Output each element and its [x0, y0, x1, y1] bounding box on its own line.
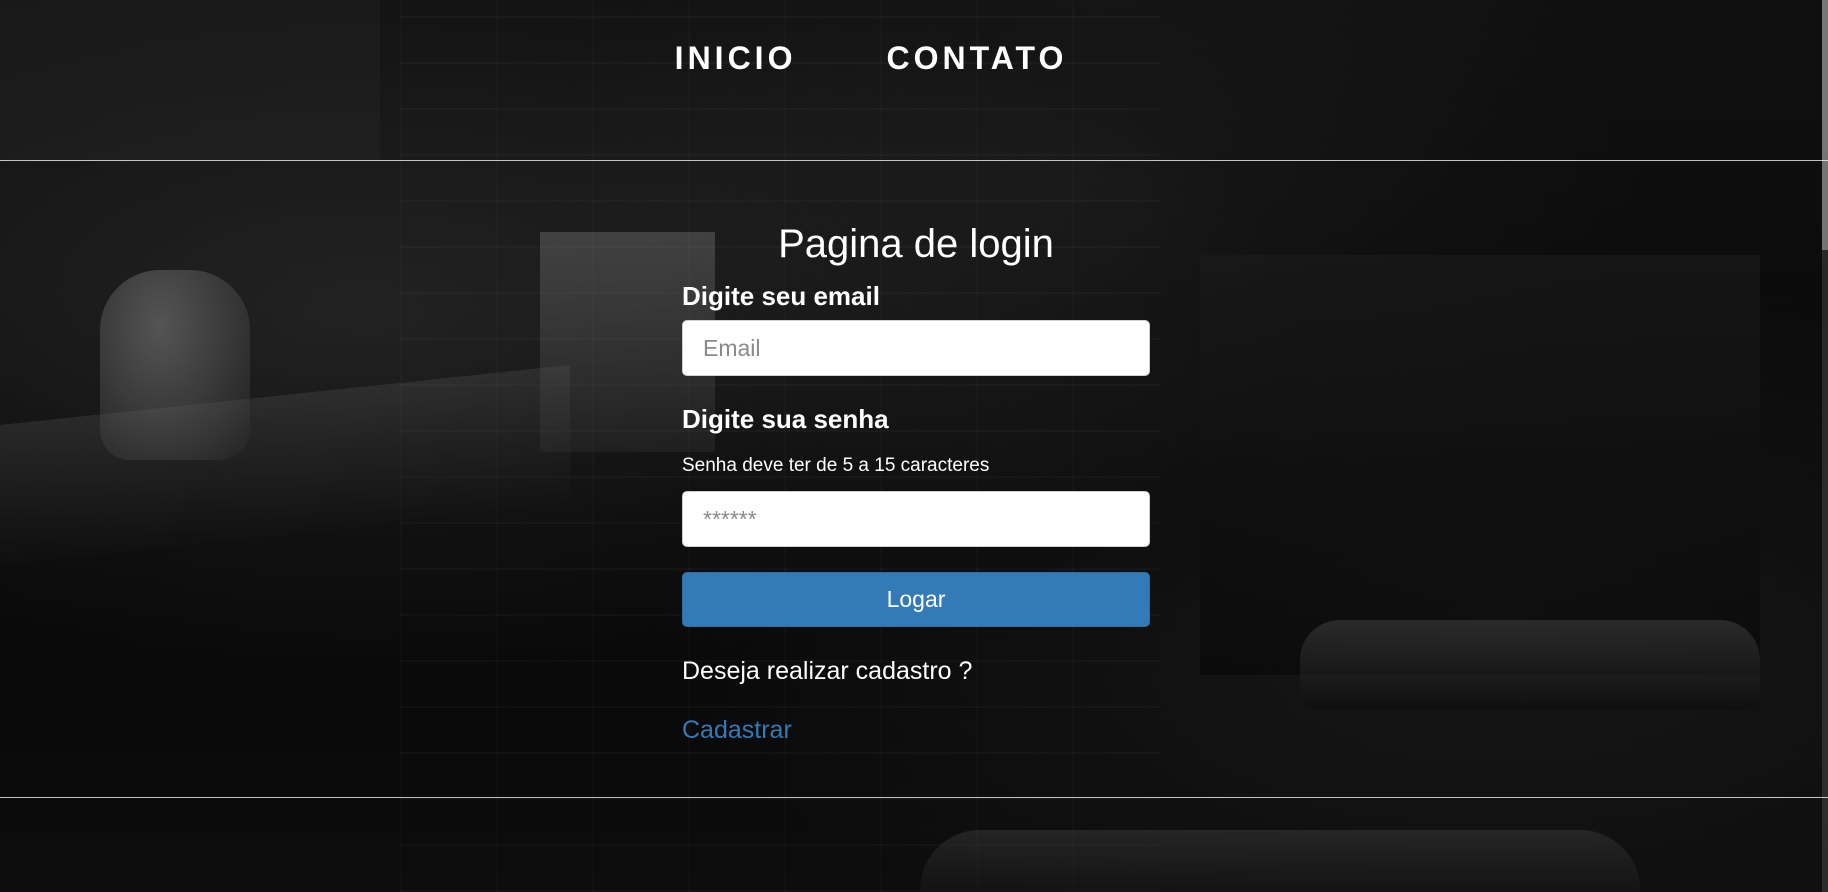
email-label: Digite seu email — [682, 281, 880, 311]
password-input[interactable] — [682, 491, 1150, 547]
page-title: Pagina de login — [778, 222, 1054, 266]
email-input[interactable] — [682, 320, 1150, 376]
signup-prompt: Deseja realizar cadastro ? — [682, 657, 973, 685]
password-hint: Senha deve ter de 5 a 15 caracteres — [682, 455, 990, 476]
login-button[interactable]: Logar — [682, 572, 1150, 627]
nav-link-contato[interactable]: CONTATO — [886, 40, 1067, 77]
nav-link-inicio[interactable]: INICIO — [675, 40, 797, 77]
divider-top — [0, 160, 1828, 161]
page-scrollbar[interactable] — [1822, 0, 1828, 892]
scrollbar-thumb[interactable] — [1822, 0, 1828, 250]
divider-bottom — [0, 797, 1828, 798]
signup-link[interactable]: Cadastrar — [682, 716, 792, 745]
password-label: Digite sua senha — [682, 404, 889, 434]
top-navigation: INICIO CONTATO — [0, 40, 1828, 77]
page-background: INICIO CONTATO Pagina de login Digite se… — [0, 0, 1828, 892]
login-form: Pagina de login Digite seu email Digite … — [682, 222, 1150, 745]
